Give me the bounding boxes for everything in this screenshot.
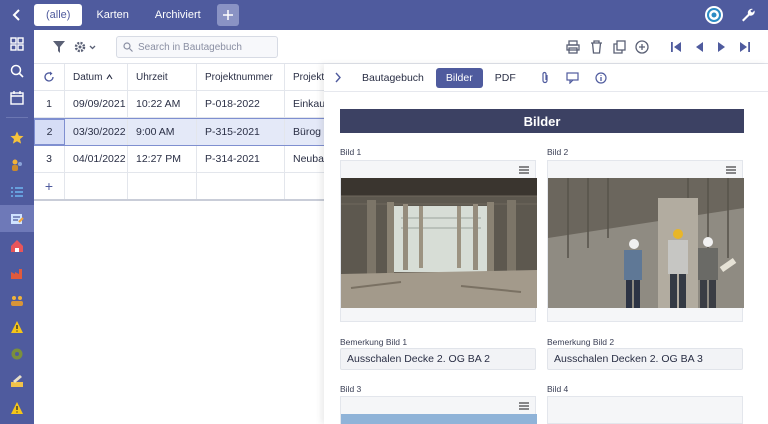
wrench-icon[interactable] [740,7,756,23]
bild2-label: Bild 2 [547,147,569,157]
cell-projektnummer[interactable]: P-314-2021 [197,146,285,172]
filter-icon[interactable] [50,38,68,56]
add-row-button[interactable]: + [34,173,65,199]
add-row[interactable]: + [34,173,334,201]
bild4-label: Bild 4 [547,384,569,394]
bild1-image-field[interactable] [340,160,537,322]
construction-photo-2 [548,178,744,308]
bild2-image-field[interactable] [547,160,744,322]
bemerkung2-field[interactable]: Ausschalen Decken 2. OG BA 3 [547,348,743,370]
detail-panel: Bautagebuch Bilder PDF Bilder Bild 1 Bil… [324,64,768,424]
tab-pdf[interactable]: PDF [485,68,526,88]
add-tab-button[interactable] [216,4,239,26]
list-icon[interactable] [0,178,34,205]
search-field-icon [123,42,133,52]
sidebar-divider [6,117,28,118]
table-row-selected[interactable]: 2 03/30/2022 9:00 AM P-315-2021 Bürog [34,118,334,146]
cell-datum[interactable]: 03/30/2022 [65,119,128,145]
hamburger-menu-icon[interactable] [519,166,529,174]
tab-bilder[interactable]: Bilder [435,67,483,88]
sidebar [0,30,34,424]
add-record-icon[interactable] [633,38,651,56]
bild4-image-field[interactable] [547,396,743,424]
column-header-label: Datum [73,71,103,83]
bild1-label: Bild 1 [340,147,362,157]
info-icon[interactable] [590,71,612,84]
bemerkung1-label: Bemerkung Bild 1 [340,337,408,347]
bemerkung2-label: Bemerkung Bild 2 [547,337,615,347]
refresh-icon[interactable] [34,64,65,90]
table-row[interactable]: 3 04/01/2022 12:27 PM P-314-2021 Neubau [34,146,334,173]
empty-cell [197,173,285,199]
empty-cell [128,173,197,199]
row-number: 1 [34,91,65,117]
apps-grid-icon[interactable] [0,30,34,57]
table-row[interactable]: 1 09/09/2021 10:22 AM P-018-2022 Einkauf [34,91,334,118]
settings-dropdown-icon[interactable] [72,38,100,56]
search-input[interactable] [138,41,268,53]
search-box[interactable] [116,36,278,58]
print-icon[interactable] [564,38,582,56]
attachment-icon[interactable] [534,71,556,84]
sort-asc-icon [106,74,113,80]
factory-icon[interactable] [0,259,34,286]
gear-badge-icon[interactable] [0,340,34,367]
last-record-icon[interactable] [736,38,754,56]
collapse-panel-icon[interactable] [324,72,352,83]
column-header-datum[interactable]: Datum [65,64,128,90]
tab-karten[interactable]: Karten [84,4,140,26]
cell-uhrzeit[interactable]: 10:22 AM [128,91,197,117]
copy-icon[interactable] [610,38,628,56]
table-header: Datum Uhrzeit Projektnummer Projekti [34,64,334,91]
tab-alle[interactable]: (alle) [34,4,83,26]
target-icon[interactable] [704,5,724,25]
cell-projektnummer[interactable]: P-018-2022 [197,91,285,117]
signature-icon[interactable] [0,367,34,394]
calendar-icon[interactable] [0,84,34,111]
trash-icon[interactable] [587,38,605,56]
column-header-projektnummer[interactable]: Projektnummer [197,64,285,90]
row-number: 3 [34,146,65,172]
cell-uhrzeit[interactable]: 9:00 AM [128,119,197,145]
construction-photo-1 [341,178,537,308]
hamburger-menu-icon[interactable] [726,166,736,174]
tab-archiviert[interactable]: Archiviert [143,4,213,26]
warning-icon[interactable] [0,313,34,340]
bemerkung1-field[interactable]: Ausschalen Decke 2. OG BA 2 [340,348,536,370]
bild3-image-field[interactable] [340,396,537,424]
records-table: Datum Uhrzeit Projektnummer Projekti 1 0… [34,64,334,424]
previous-record-icon[interactable] [690,38,708,56]
hamburger-menu-icon[interactable] [519,402,529,410]
team-icon[interactable] [0,286,34,313]
cell-datum[interactable]: 04/01/2022 [65,146,128,172]
bild3-label: Bild 3 [340,384,362,394]
toolbar [34,30,768,64]
cell-uhrzeit[interactable]: 12:27 PM [128,146,197,172]
house-icon[interactable] [0,232,34,259]
logbook-icon[interactable] [0,205,34,232]
empty-cell [65,173,128,199]
panel-tabs: Bautagebuch Bilder PDF [324,64,768,92]
alert-icon[interactable] [0,394,34,421]
first-record-icon[interactable] [667,38,685,56]
star-icon[interactable] [0,124,34,151]
row-number: 2 [34,119,65,145]
top-bar: (alle) Karten Archiviert [0,0,768,30]
comment-icon[interactable] [562,71,584,84]
construction-photo-3 [341,414,537,424]
search-icon[interactable] [0,57,34,84]
next-record-icon[interactable] [713,38,731,56]
cell-projektnummer[interactable]: P-315-2021 [197,119,285,145]
cell-datum[interactable]: 09/09/2021 [65,91,128,117]
section-title: Bilder [340,109,744,133]
back-icon[interactable] [0,0,34,30]
column-header-uhrzeit[interactable]: Uhrzeit [128,64,197,90]
workers-icon[interactable] [0,151,34,178]
tab-bautagebuch[interactable]: Bautagebuch [352,68,434,88]
